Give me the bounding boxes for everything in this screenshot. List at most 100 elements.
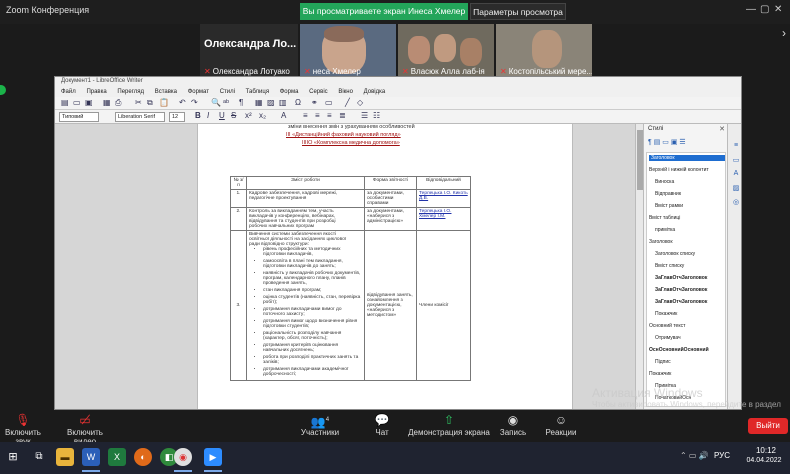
menu-item[interactable]: Вікно [338,89,353,95]
document-page[interactable]: зміни внесення змін з урахуванням особли… [197,124,573,409]
style-item[interactable]: примітка [649,227,675,233]
cut-icon[interactable]: ✂ [135,98,142,107]
vertical-scrollbar[interactable] [635,124,643,409]
chart-icon[interactable]: ▥ [279,98,287,107]
gallery-icon[interactable]: ▨ [731,184,741,193]
style-item[interactable]: Покажчик [649,371,671,377]
superscript-icon[interactable]: x² [245,111,252,120]
participants-button[interactable]: 👥4 Участники [300,412,340,437]
print-icon[interactable]: ⎙ [115,98,121,108]
view-options-button[interactable]: Параметры просмотра ▾ [470,3,566,34]
participant-tile-3[interactable]: ✕ Власюк Алла лаб-ія [398,24,494,78]
menu-item[interactable]: Сервіс [309,89,328,95]
menu-item[interactable]: Вставка [155,89,177,95]
undo-icon[interactable]: ↶ [179,98,186,107]
menu-item[interactable]: Формат [188,89,209,95]
excel-icon[interactable]: X [108,448,126,466]
paragraph-styles-icon[interactable]: ¶ ▤ ▭ ▣ ☰ [648,138,686,146]
bullets-icon[interactable]: ☰ [361,111,368,120]
style-item[interactable]: Вміст таблиці [649,215,680,221]
styles-list[interactable]: Заголовок Верхній і нижній колонтит Вино… [646,152,726,407]
share-screen-button[interactable]: ⇧ Демонстрация экрана [408,412,490,437]
open-icon[interactable]: ▭ [73,98,81,107]
style-item[interactable]: Заголовок [649,155,725,161]
justify-icon[interactable]: ≣ [339,111,346,120]
paste-icon[interactable]: 📋 [159,98,169,107]
clock-date[interactable]: 04.04.2022 [742,457,786,464]
italic-icon[interactable]: I [207,111,209,120]
comment-icon[interactable]: ▭ [325,98,333,107]
redo-icon[interactable]: ↷ [191,98,198,107]
styles-icon[interactable]: A [731,170,741,179]
unmute-button[interactable]: 🎙 Включить звук [0,412,46,446]
close-icon[interactable]: ✕ [719,125,725,133]
style-item[interactable]: ЗаГлавОтчЗаголовок [649,287,707,293]
style-item[interactable]: Основний текст [649,323,685,329]
style-item[interactable]: Заголовок [649,239,673,245]
menu-item[interactable]: Файл [61,89,76,95]
formatting-marks-icon[interactable]: ¶ [239,98,243,107]
record-button[interactable]: ◉ Запись [498,412,528,437]
style-item[interactable]: Отримувач [649,335,681,341]
style-item[interactable]: Вміст рамки [649,203,683,209]
language-indicator[interactable]: РУС [714,451,730,460]
style-item[interactable]: Вміст списку [649,263,684,269]
numbering-icon[interactable]: ☷ [373,111,380,120]
line-icon[interactable]: ╱ [345,98,350,107]
chat-button[interactable]: 💬 Чат [370,412,394,437]
align-center-icon[interactable]: ≡ [315,111,320,120]
hyperlink-icon[interactable]: ⚭ [311,98,318,107]
spelling-icon[interactable]: ᵃᵇ [223,98,229,107]
close-icon[interactable]: ✕ [774,4,782,15]
table-icon[interactable]: ▦ [255,98,263,107]
zoom-icon[interactable]: ▶ [204,448,222,466]
menu-item[interactable]: Довідка [364,89,386,95]
subscript-icon[interactable]: x₂ [259,111,266,120]
style-item[interactable]: Верхній і нижній колонтит [649,167,709,173]
style-item[interactable]: Виноска [649,179,674,185]
style-item[interactable]: ЗаГлавОтчЗаголовок [649,299,707,305]
new-doc-icon[interactable]: ▤ [61,98,69,107]
chevron-right-icon[interactable]: › [782,26,786,40]
menu-item[interactable]: Перегляд [117,89,144,95]
task-view-icon[interactable]: ⧉ [30,448,48,466]
menu-item[interactable]: Форма [280,89,299,95]
menu-item[interactable]: Правка [86,89,106,95]
participant-tile-1[interactable]: Олександра Ло... ✕ Олександра Лотуако [200,24,298,78]
minimize-icon[interactable]: — [746,4,756,15]
style-item[interactable]: Підпис [649,359,671,365]
font-color-icon[interactable]: A [281,111,286,120]
end-meeting-button[interactable]: Выйти [748,418,788,434]
firefox-icon[interactable]: ◐ [134,448,152,466]
style-item[interactable]: Заголовок списку [649,251,695,257]
shapes-icon[interactable]: ◇ [357,98,363,107]
menu-item[interactable]: Таблиця [246,89,269,95]
align-right-icon[interactable]: ≡ [327,111,332,120]
style-item[interactable]: ЗаГлавОтчЗаголовок [649,275,707,281]
font-name-combo[interactable]: Liberation Serif [115,112,165,122]
participant-tile-4[interactable]: ✕ Костопільський мере... [496,24,592,78]
file-explorer-icon[interactable]: ▬ [56,448,74,466]
participant-tile-2[interactable]: ✕ неса Хмелер [300,24,396,78]
page-icon[interactable]: ▭ [731,156,741,165]
style-item[interactable]: ОснОсновнийОсновний [649,347,709,353]
bold-icon[interactable]: B [195,111,201,120]
clock-time[interactable]: 10:12 [748,446,784,455]
windows-start-icon[interactable]: ⊞ [4,448,22,466]
word-icon[interactable]: W [82,448,100,466]
style-item[interactable]: Відправник [649,191,681,197]
underline-icon[interactable]: U [219,111,225,120]
font-size-combo[interactable]: 12 [169,112,185,122]
save-icon[interactable]: ▣ [85,98,93,107]
export-pdf-icon[interactable]: ▦ [103,98,111,107]
find-icon[interactable]: 🔍 [211,98,221,107]
align-left-icon[interactable]: ≡ [303,111,308,120]
strikethrough-icon[interactable]: S [231,111,236,120]
style-item[interactable]: Покажчик [649,311,677,317]
properties-icon[interactable]: ≡ [731,142,741,151]
paragraph-style-combo[interactable]: Типовий стиль [59,112,99,129]
menu-item[interactable]: Стилі [220,89,235,95]
special-char-icon[interactable]: Ω [295,98,301,107]
copy-icon[interactable]: ⧉ [147,98,153,108]
start-video-button[interactable]: ▭̸ Включить видео [56,412,114,446]
